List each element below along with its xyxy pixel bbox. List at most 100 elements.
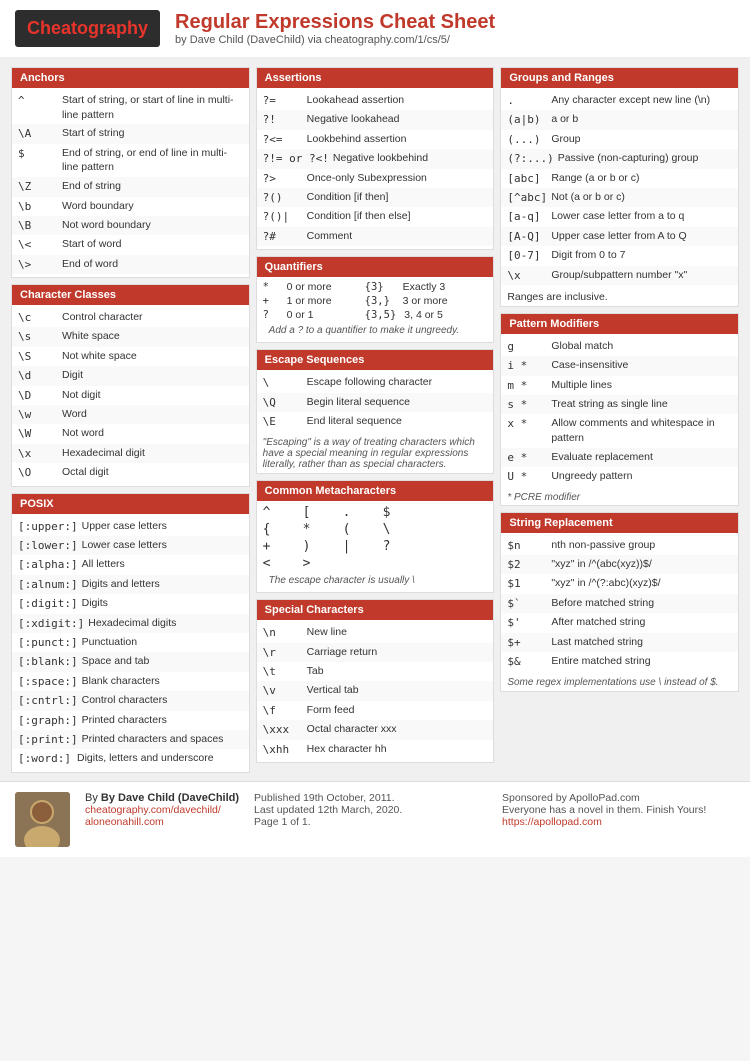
gr-row-7: [a-q]Lower case letter from a to q (501, 207, 738, 226)
anchor-desc-3: End of string, or end of line in multi-l… (62, 146, 243, 175)
anchor-row-5: \b Word boundary (12, 197, 249, 216)
avatar (15, 792, 70, 847)
main-content: Anchors ^Start of string, or start of li… (0, 59, 750, 781)
metachar-note: The escape character is usually \ (263, 572, 488, 589)
sp-row-7: \xhhHex character hh (257, 740, 494, 759)
header: Cheatography Regular Expressions Cheat S… (0, 0, 750, 59)
escape-header: Escape Sequences (257, 350, 494, 370)
gr-row-10: \xGroup/subpattern number "x" (501, 266, 738, 285)
q-row-1: * 0 or more {3} Exactly 3 (263, 280, 488, 294)
section-anchors: Anchors ^Start of string, or start of li… (11, 67, 250, 278)
assert-row-3: ?<=Lookbehind assertion (257, 130, 494, 149)
anchor-row-3: $End of string, or end of line in multi-… (12, 144, 249, 177)
q-row-3: ? 0 or 1 {3,5} 3, 4 or 5 (263, 308, 488, 322)
sponsor-desc: Everyone has a novel in them. Finish You… (502, 804, 735, 816)
sponsor-title: Sponsored by ApolloPad.com (502, 792, 735, 804)
pm-row-5: x *Allow comments and whitespace in patt… (501, 414, 738, 447)
section-metachar: Common Metacharacters ^ [ . $ { * ( \ + … (256, 480, 495, 593)
quantifiers-note: Add a ? to a quantifier to make it ungre… (263, 322, 488, 339)
posix-row-10: [:cntrl:]Control characters (12, 691, 249, 710)
esc-row-2: \QBegin literal sequence (257, 393, 494, 412)
sp-row-2: \rCarriage return (257, 643, 494, 662)
footer-link-1[interactable]: cheatography.com/davechild/ (85, 804, 239, 816)
anchors-header: Anchors (12, 68, 249, 88)
sr-row-1: $nnth non-passive group (501, 536, 738, 555)
cc-row-2: \sWhite space (12, 327, 249, 346)
anchor-sym-5: \b (18, 199, 58, 214)
anchor-row-1: ^Start of string, or start of line in mu… (12, 91, 249, 124)
section-quantifiers: Quantifiers * 0 or more {3} Exactly 3 + … (256, 256, 495, 343)
gr-row-1: .Any character except new line (\n) (501, 91, 738, 110)
author-name: By Dave Child (DaveChild) (101, 792, 239, 804)
assert-row-1: ?=Lookahead assertion (257, 91, 494, 110)
cc-row-5: \DNot digit (12, 386, 249, 405)
footer-by-text: By By Dave Child (DaveChild) (85, 792, 239, 804)
page-subtitle: by Dave Child (DaveChild) via cheatograp… (175, 34, 495, 46)
footer-author: By By Dave Child (DaveChild) cheatograph… (85, 792, 239, 828)
sponsor-link[interactable]: https://apollopad.com (502, 816, 602, 828)
posix-header: POSIX (12, 494, 249, 514)
string-replace-note: Some regex implementations use \ instead… (501, 674, 738, 691)
assert-row-5: ?>Once-only Subexpression (257, 169, 494, 188)
section-groups: Groups and Ranges .Any character except … (500, 67, 739, 307)
sr-row-4: $`Before matched string (501, 594, 738, 613)
section-posix: POSIX [:upper:]Upper case letters [:lowe… (11, 493, 250, 773)
sp-row-1: \nNew line (257, 623, 494, 642)
section-special: Special Characters \nNew line \rCarriage… (256, 599, 495, 763)
cc-row-6: \wWord (12, 405, 249, 424)
cc-row-3: \SNot white space (12, 347, 249, 366)
cc-row-1: \cControl character (12, 308, 249, 327)
posix-row-6: [:xdigit:]Hexadecimal digits (12, 614, 249, 633)
ranges-note: Ranges are inclusive. (501, 288, 738, 306)
groups-body: .Any character except new line (\n) (a|b… (501, 88, 738, 288)
gr-row-8: [A-Q]Upper case letter from A to Q (501, 227, 738, 246)
anchor-sym-2: \A (18, 126, 58, 141)
anchor-row-2: \A Start of string (12, 124, 249, 143)
page-title: Regular Expressions Cheat Sheet (175, 11, 495, 34)
meta-row-2: { * ( \ (263, 521, 488, 538)
assert-row-4: ?!= or ?<!Negative lookbehind (257, 149, 494, 168)
pattern-mod-body: gGlobal match i *Case-insensitive m *Mul… (501, 334, 738, 490)
assert-row-8: ?#Comment (257, 227, 494, 246)
esc-row-1: \Escape following character (257, 373, 494, 392)
anchor-sym-4: \Z (18, 179, 58, 194)
esc-row-3: \EEnd literal sequence (257, 412, 494, 431)
anchor-row-7: \<Start of word (12, 235, 249, 254)
cc-row-9: \OOctal digit (12, 463, 249, 482)
sp-row-5: \fForm feed (257, 701, 494, 720)
assert-row-7: ?()|Condition [if then else] (257, 207, 494, 226)
gr-row-4: (?:...)Passive (non-capturing) group (501, 149, 738, 168)
published-date: Published 19th October, 2011. (254, 792, 487, 804)
string-replace-header: String Replacement (501, 513, 738, 533)
pattern-mod-header: Pattern Modifiers (501, 314, 738, 334)
special-header: Special Characters (257, 600, 494, 620)
pm-row-1: gGlobal match (501, 337, 738, 356)
anchor-desc-4: End of string (62, 179, 243, 194)
cc-row-7: \WNot word (12, 424, 249, 443)
section-assertions: Assertions ?=Lookahead assertion ?!Negat… (256, 67, 495, 250)
sr-row-6: $+Last matched string (501, 633, 738, 652)
pm-row-7: U *Ungreedy pattern (501, 467, 738, 486)
page-num: Page 1 of 1. (254, 816, 487, 828)
anchor-desc-1: Start of string, or start of line in mul… (62, 93, 243, 122)
anchor-desc-2: Start of string (62, 126, 243, 141)
footer-sponsor: Sponsored by ApolloPad.com Everyone has … (502, 792, 735, 828)
section-string-replace: String Replacement $nnth non-passive gro… (500, 512, 739, 693)
anchor-sym-7: \< (18, 237, 58, 252)
meta-row-3: + ) | ? (263, 538, 488, 555)
section-char-classes: Character Classes \cControl character \s… (11, 284, 250, 487)
column-3: Groups and Ranges .Any character except … (497, 67, 742, 773)
anchor-sym-1: ^ (18, 93, 58, 122)
footer-published: Published 19th October, 2011. Last updat… (254, 792, 487, 828)
pm-row-4: s *Treat string as single line (501, 395, 738, 414)
updated-date: Last updated 12th March, 2020. (254, 804, 487, 816)
escape-note: "Escaping" is a way of treating characte… (257, 434, 494, 473)
footer-link-2[interactable]: aloneonahill.com (85, 816, 239, 828)
anchor-desc-6: Not word boundary (62, 218, 243, 233)
sr-row-2: $2"xyz" in /^(abc(xyz))$/ (501, 555, 738, 574)
posix-row-8: [:blank:]Space and tab (12, 652, 249, 671)
posix-row-5: [:digit:]Digits (12, 594, 249, 613)
anchor-desc-5: Word boundary (62, 199, 243, 214)
section-escape: Escape Sequences \Escape following chara… (256, 349, 495, 474)
groups-header: Groups and Ranges (501, 68, 738, 88)
